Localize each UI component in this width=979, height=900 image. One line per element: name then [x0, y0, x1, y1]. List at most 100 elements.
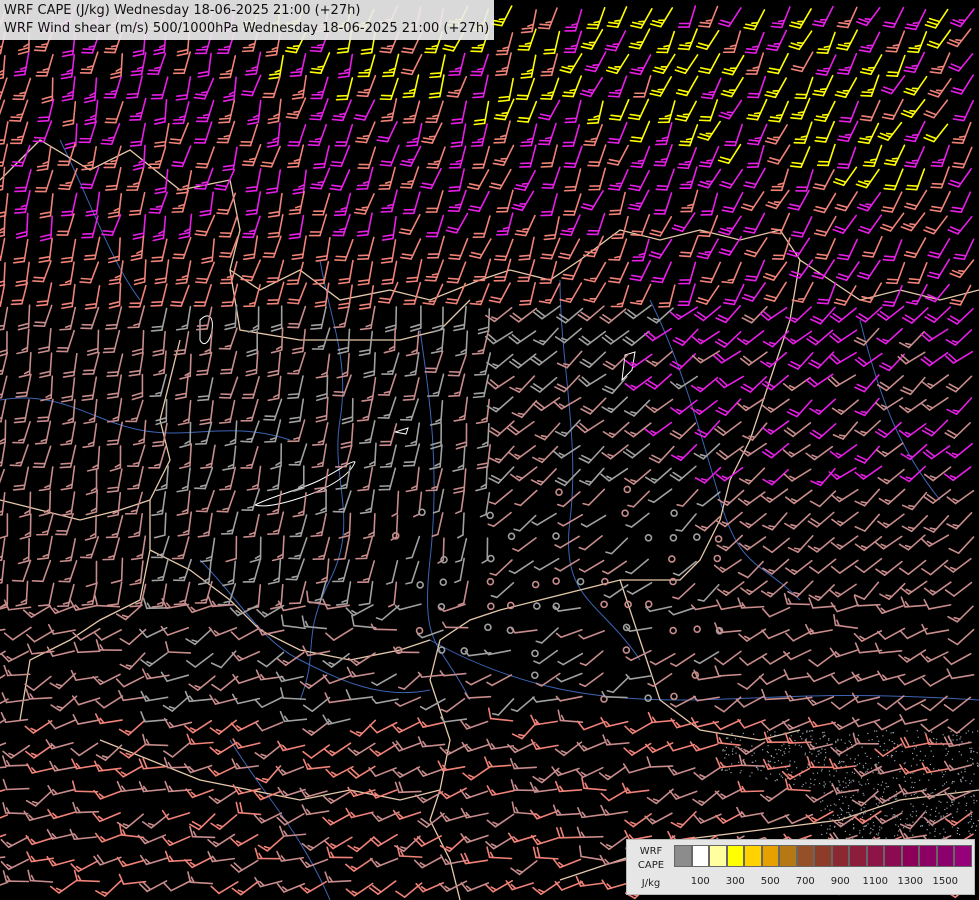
terrain-dot — [851, 810, 853, 812]
terrain-dot — [809, 778, 812, 780]
terrain-dot — [838, 762, 840, 764]
legend-swatch — [674, 845, 692, 867]
terrain-dot — [835, 770, 837, 772]
terrain-dot — [870, 831, 872, 833]
terrain-dot — [843, 786, 845, 789]
terrain-dot — [886, 755, 889, 757]
terrain-dot — [794, 744, 797, 746]
terrain-dot — [829, 774, 831, 776]
terrain-dot — [951, 816, 954, 818]
terrain-dot — [956, 739, 958, 741]
terrain-dot — [829, 825, 831, 827]
terrain-dot — [883, 749, 885, 751]
legend-swatch — [884, 845, 902, 867]
title-cape: WRF CAPE (J/kg) Wednesday 18-06-2025 21:… — [4, 3, 361, 18]
terrain-dot — [820, 752, 822, 754]
legend-swatch — [866, 845, 884, 867]
terrain-dot — [910, 786, 912, 788]
terrain-dot — [804, 754, 806, 756]
terrain-dot — [909, 814, 912, 816]
terrain-dot — [940, 817, 942, 819]
terrain-dot — [751, 761, 753, 763]
terrain-dot — [820, 809, 822, 812]
terrain-dot — [894, 760, 896, 762]
terrain-dot — [896, 834, 899, 836]
terrain-dot — [774, 780, 776, 782]
terrain-dot — [965, 804, 967, 807]
terrain-dot — [846, 747, 848, 749]
terrain-dot — [883, 788, 886, 790]
terrain-dot — [977, 730, 979, 732]
terrain-dot — [885, 730, 888, 732]
legend-swatch — [709, 845, 727, 867]
terrain-dot — [923, 773, 925, 775]
terrain-dot — [864, 803, 867, 805]
terrain-dot — [896, 777, 898, 779]
terrain-dot — [960, 771, 963, 773]
terrain-dot — [848, 740, 850, 742]
terrain-dot — [838, 780, 840, 782]
legend-swatch — [814, 845, 832, 867]
terrain-dot — [800, 746, 802, 748]
terrain-dot — [886, 786, 888, 788]
terrain-dot — [970, 780, 973, 782]
terrain-dot — [957, 827, 960, 830]
terrain-dot — [788, 751, 790, 753]
terrain-dot — [967, 822, 969, 824]
legend-swatch — [761, 845, 779, 867]
terrain-dot — [728, 768, 731, 770]
terrain-dot — [886, 815, 888, 817]
terrain-dot — [867, 823, 869, 825]
terrain-dot — [920, 825, 922, 827]
terrain-dot — [876, 736, 878, 738]
terrain-dot — [924, 732, 926, 734]
terrain-dot — [844, 777, 847, 779]
terrain-dot — [956, 829, 959, 832]
terrain-dot — [925, 810, 927, 812]
terrain-dot — [809, 786, 811, 788]
terrain-dot — [734, 746, 736, 748]
legend-swatch — [919, 845, 937, 867]
terrain-dot — [815, 743, 817, 745]
terrain-dot — [938, 812, 940, 814]
terrain-dot — [935, 741, 937, 743]
terrain-dot — [810, 730, 812, 732]
terrain-dot — [724, 750, 726, 752]
terrain-dot — [911, 781, 913, 784]
terrain-dot — [721, 769, 723, 771]
terrain-dot — [735, 746, 738, 748]
terrain-dot — [823, 759, 826, 761]
terrain-dot — [829, 818, 831, 820]
terrain-dot — [722, 749, 724, 751]
terrain-dot — [866, 755, 868, 758]
terrain-dot — [823, 731, 825, 734]
terrain-dot — [868, 739, 870, 741]
terrain-dot — [970, 757, 972, 760]
terrain-dot — [976, 762, 978, 764]
terrain-dot — [774, 761, 776, 763]
terrain-dot — [828, 738, 830, 740]
legend-tick: 300 — [725, 876, 745, 887]
terrain-dot — [961, 741, 963, 743]
terrain-dot — [721, 768, 723, 770]
terrain-dot — [732, 748, 734, 750]
legend-tick: 100 — [690, 876, 710, 887]
terrain-dot — [839, 784, 841, 786]
legend-swatch — [691, 845, 709, 867]
terrain-dot — [790, 735, 792, 737]
terrain-dot — [931, 731, 933, 733]
terrain-dot — [818, 761, 820, 764]
terrain-dot — [975, 825, 978, 827]
terrain-dot — [824, 783, 826, 785]
terrain-dot — [863, 806, 865, 809]
terrain-dot — [919, 750, 922, 752]
terrain-dot — [905, 795, 907, 797]
terrain-dot — [878, 740, 880, 742]
terrain-dot — [863, 825, 865, 828]
terrain-dot — [960, 736, 962, 738]
terrain-dot — [783, 751, 785, 753]
terrain-dot — [862, 813, 865, 815]
terrain-dot — [799, 735, 802, 738]
terrain-dot — [848, 805, 850, 807]
legend-color-scale — [674, 845, 972, 867]
